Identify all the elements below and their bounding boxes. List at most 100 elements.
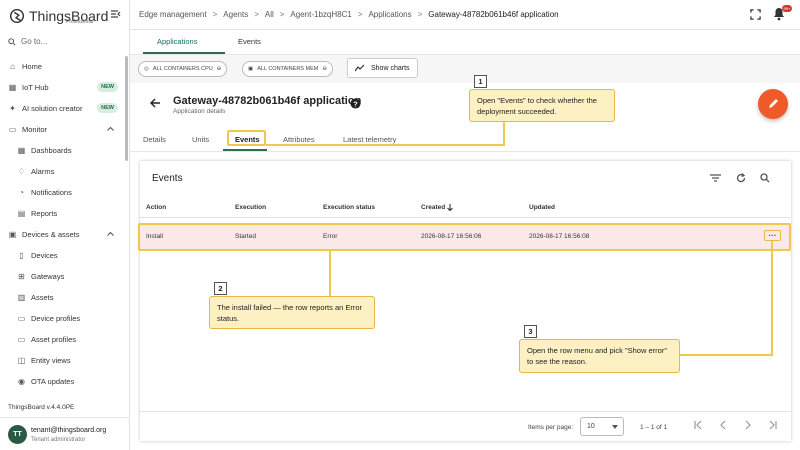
sidebar-item-label: Device profiles bbox=[31, 314, 81, 323]
sidebar-item-assets[interactable]: ▥ Assets bbox=[0, 287, 124, 308]
sidebar-item-monitor[interactable]: ▭ Monitor bbox=[0, 119, 124, 140]
column-header-execution-status[interactable]: Execution status bbox=[323, 204, 375, 211]
sidebar-item-asset-profiles[interactable]: ▭ Asset profiles bbox=[0, 329, 124, 350]
column-header-execution[interactable]: Execution bbox=[235, 204, 266, 211]
sidebar-item-label: Notifications bbox=[31, 188, 72, 197]
tab-events[interactable]: Events bbox=[238, 37, 261, 46]
fullscreen-icon[interactable] bbox=[750, 9, 761, 20]
sidebar-item-label: Entity views bbox=[31, 356, 71, 365]
sidebar-item-entity-views[interactable]: ◫ Entity views bbox=[0, 350, 124, 371]
next-page-icon[interactable] bbox=[743, 420, 753, 430]
cell-execution: Started bbox=[235, 233, 256, 240]
sidebar-item-ai-solution-creator[interactable]: ✦ AI solution creator NEW bbox=[0, 98, 124, 119]
avatar: TT bbox=[8, 425, 27, 444]
table-row[interactable]: Install Started Error 2026-08-17 16:56:0… bbox=[140, 223, 791, 249]
page-title: Gateway-48782b061b46f application bbox=[173, 95, 362, 107]
tab-details[interactable]: Details bbox=[143, 135, 166, 144]
remove-icon[interactable]: ⊖ bbox=[322, 66, 327, 72]
tab-applications[interactable]: Applications bbox=[157, 37, 197, 46]
mem-filter-chip[interactable]: ▣ ALL CONTAINERS MEM ⊖ bbox=[242, 61, 333, 77]
sidebar-item-label: Gateways bbox=[31, 272, 65, 281]
first-page-icon[interactable] bbox=[693, 420, 703, 430]
callout-number-3: 3 bbox=[524, 325, 537, 338]
row-menu-button[interactable]: ··· bbox=[764, 230, 781, 241]
sidebar-item-customers-users[interactable]: ⚇Customers & users bbox=[0, 392, 124, 396]
sidebar-item-alarms[interactable]: ♢ Alarms bbox=[0, 161, 124, 182]
asset-icon: ▥ bbox=[17, 293, 26, 302]
last-page-icon[interactable] bbox=[768, 420, 778, 430]
divider bbox=[130, 151, 800, 152]
page-size-value: 10 bbox=[587, 423, 595, 430]
breadcrumb-edge-management[interactable]: Edge management bbox=[139, 10, 207, 19]
memory-icon: ▣ bbox=[248, 66, 254, 72]
search-icon[interactable] bbox=[760, 173, 770, 183]
filter-bar: ◎ ALL CONTAINERS CPU ⊖ ▣ ALL CONTAINERS … bbox=[130, 55, 800, 83]
breadcrumb-all[interactable]: All bbox=[265, 10, 274, 19]
tab-attributes[interactable]: Attributes bbox=[283, 135, 315, 144]
edit-button[interactable] bbox=[758, 89, 788, 119]
tab-latest-telemetry[interactable]: Latest telemetry bbox=[343, 135, 396, 144]
menu-collapse-icon[interactable] bbox=[110, 8, 122, 20]
sidebar-item-label: Monitor bbox=[22, 125, 48, 134]
sidebar: ThingsBoard Professional Go to... ⌂ Home ▦… bbox=[0, 0, 130, 450]
breadcrumb-separator: > bbox=[357, 10, 363, 19]
user-role: Tenant administrator bbox=[31, 437, 86, 443]
refresh-icon[interactable] bbox=[736, 173, 746, 183]
sidebar-item-device-profiles[interactable]: ▭ Device profiles bbox=[0, 308, 124, 329]
tab-events-detail[interactable]: Events bbox=[235, 135, 260, 144]
tab-units[interactable]: Units bbox=[192, 135, 209, 144]
breadcrumb-separator: > bbox=[279, 10, 285, 19]
help-icon[interactable]: ? bbox=[350, 98, 361, 109]
callout-leader-line bbox=[503, 122, 505, 145]
back-arrow-icon[interactable] bbox=[150, 98, 161, 108]
sidebar-item-devices-assets[interactable]: ▣ Devices & assets bbox=[0, 224, 124, 245]
callout-number-2: 2 bbox=[214, 282, 227, 295]
device-profile-icon: ▭ bbox=[17, 314, 26, 323]
table-header: Action Execution Execution status Create… bbox=[140, 199, 791, 217]
previous-page-icon[interactable] bbox=[718, 420, 728, 430]
user-panel[interactable]: TT tenant@thingsboard.org Tenant adminis… bbox=[0, 417, 130, 450]
page-size-select[interactable]: 10 bbox=[580, 417, 624, 436]
breadcrumb: Edge management > Agents > All > Agent-1bzq… bbox=[139, 10, 559, 19]
sidebar-item-ota-updates[interactable]: ◉ OTA updates bbox=[0, 371, 124, 392]
column-header-action[interactable]: Action bbox=[146, 204, 166, 211]
sidebar-item-home[interactable]: ⌂ Home bbox=[0, 56, 124, 77]
cpu-filter-chip[interactable]: ◎ ALL CONTAINERS CPU ⊖ bbox=[138, 61, 228, 77]
column-header-updated[interactable]: Updated bbox=[529, 204, 555, 211]
app-edition: Professional bbox=[66, 19, 94, 25]
callout-leader-line bbox=[680, 354, 773, 356]
sidebar-scrollbar[interactable] bbox=[125, 56, 128, 161]
sidebar-item-gateways[interactable]: ⊞ Gateways bbox=[0, 266, 124, 287]
filter-icon[interactable] bbox=[710, 173, 721, 183]
sidebar-item-devices[interactable]: ▯ Devices bbox=[0, 245, 124, 266]
callout-leader-line bbox=[266, 144, 505, 146]
asset-profile-icon: ▭ bbox=[17, 335, 26, 344]
sidebar-item-label: AI solution creator bbox=[22, 104, 83, 113]
sidebar-item-notifications[interactable]: ◔ Notifications bbox=[0, 182, 124, 203]
callout-1: Open "Events" to check whether the deplo… bbox=[469, 89, 615, 122]
sidebar-item-reports[interactable]: ▤ Reports bbox=[0, 203, 124, 224]
search-input[interactable]: Go to... bbox=[8, 37, 47, 46]
sidebar-item-label: Assets bbox=[31, 293, 54, 302]
sidebar-item-label: Home bbox=[22, 62, 43, 71]
pencil-icon bbox=[769, 99, 778, 108]
cell-updated: 2026-08-17 16:56:08 bbox=[529, 233, 590, 240]
chevron-down-icon bbox=[612, 425, 618, 429]
breadcrumb-agents[interactable]: Agents bbox=[223, 10, 248, 19]
top-bar: Edge management > Agents > All > Agent-1bzq… bbox=[130, 0, 800, 30]
chip-label: ALL CONTAINERS CPU bbox=[152, 66, 213, 72]
show-charts-button[interactable]: Show charts bbox=[347, 58, 418, 78]
sparkle-icon: ✦ bbox=[9, 104, 16, 113]
remove-icon[interactable]: ⊖ bbox=[217, 66, 222, 72]
column-header-created[interactable]: Created bbox=[421, 204, 453, 211]
sidebar-item-label: Reports bbox=[31, 209, 58, 218]
ota-icon: ◉ bbox=[18, 377, 25, 386]
breadcrumb-agent[interactable]: Agent-1bzqH8C1 bbox=[290, 10, 351, 19]
sidebar-item-iot-hub[interactable]: ▦ IoT Hub NEW bbox=[0, 77, 124, 98]
page-subtitle: Application details bbox=[173, 108, 226, 115]
callout-2: The install failed — the row reports an … bbox=[209, 296, 375, 329]
breadcrumb-applications[interactable]: Applications bbox=[368, 10, 411, 19]
sidebar-item-dashboards[interactable]: ▦ Dashboards bbox=[0, 140, 124, 161]
chart-line-icon bbox=[355, 64, 365, 72]
devices-icon: ▣ bbox=[8, 230, 17, 239]
